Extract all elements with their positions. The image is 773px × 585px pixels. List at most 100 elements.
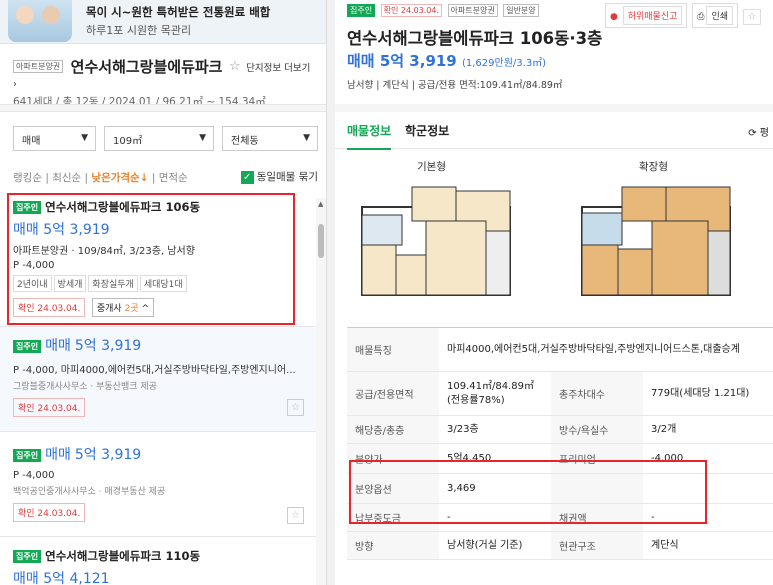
scroll-up-icon[interactable]: ▲ bbox=[318, 200, 323, 208]
list-item[interactable]: 집주인 연수서해그랑블에듀파크 110동 매매 5억 4,121 bbox=[0, 537, 316, 585]
sort-area[interactable]: 면적순 bbox=[159, 172, 188, 184]
ad-image bbox=[8, 0, 72, 42]
row-value: 계단식 bbox=[651, 539, 679, 551]
complex-name[interactable]: 연수서해그랑블에듀파크 bbox=[71, 58, 223, 76]
owner-badge: 집주인 bbox=[13, 340, 42, 353]
price-label: 매매 bbox=[45, 338, 71, 354]
floorplan-caption-basic: 기본형 bbox=[417, 161, 446, 173]
sort-latest[interactable]: 최신순 bbox=[52, 172, 81, 184]
detail-meta: 남서향 | 계단식 | 공급/전용 면적:109.41㎡/84.89㎡ bbox=[347, 80, 563, 91]
row-label: 현관구조 bbox=[551, 532, 643, 559]
floorplan-basic-image[interactable] bbox=[352, 185, 520, 301]
favorite-star-icon[interactable]: ☆ bbox=[742, 9, 761, 25]
trade-type-select[interactable]: 매매 ▼ bbox=[13, 126, 96, 151]
floorplans: 기본형 확장형 bbox=[347, 155, 757, 310]
listing-price: 5억 3,919 bbox=[74, 447, 142, 463]
owner-badge: 집주인 bbox=[13, 449, 42, 462]
confirmed-badge: 확인 24.03.04. bbox=[380, 3, 443, 17]
row-label: 매물특징 bbox=[347, 328, 439, 371]
panel-divider[interactable] bbox=[327, 0, 335, 585]
row-label: 방향 bbox=[347, 532, 439, 559]
listing-price: 5억 3,919 bbox=[74, 338, 142, 354]
detail-badges: 집주인 확인 24.03.04. 아파트분양권 일반분양 bbox=[347, 3, 541, 17]
group-duplicates-checkbox[interactable]: ✓ 동일매물 묶기 bbox=[240, 169, 318, 184]
table-row: 해당층/총층 3/23층 방수/욕실수 3/2개 bbox=[347, 416, 773, 444]
ad-banner[interactable]: 목이 시~원한 특허받은 전통원료 배합 하루1포 시원한 목관리 bbox=[0, 0, 326, 44]
listing-premium: P -4,000 bbox=[13, 470, 55, 481]
highlight-box bbox=[7, 193, 295, 325]
trade-type-value: 매매 bbox=[22, 136, 41, 147]
complex-type-badge: 아파트분양권 bbox=[13, 60, 64, 73]
price-label: 매매 bbox=[13, 571, 39, 585]
row-value: 109.41㎡/84.89㎡(전용률78%) bbox=[447, 380, 534, 406]
owner-badge: 집주인 bbox=[347, 3, 376, 17]
agent-info: 그랑블중개사사무소 · 부동산뱅크 제공 bbox=[13, 382, 157, 392]
row-value: 3/2개 bbox=[651, 423, 677, 435]
favorite-star-icon[interactable]: ☆ bbox=[229, 59, 241, 74]
sale-type-badge: 일반분양 bbox=[503, 3, 539, 17]
listing-title: 연수서해그랑블에듀파크 110동 bbox=[45, 549, 201, 563]
row-label: 공급/전용면적 bbox=[347, 372, 439, 415]
owner-badge: 집주인 bbox=[13, 550, 42, 563]
chevron-down-icon: ▼ bbox=[199, 133, 206, 143]
sort-ranking[interactable]: 랭킹순 bbox=[13, 172, 42, 184]
sort-bar: 랭킹순 | 최신순 | 낮은가격순↓ | 면적순 ✓ 동일매물 묶기 bbox=[13, 169, 318, 184]
ad-headline: 목이 시~원한 특허받은 전통원료 배합 bbox=[86, 5, 271, 19]
complex-header: 아파트분양권 연수서해그랑블에듀파크 ☆ 단지정보 더보기 › 641세대 / … bbox=[0, 56, 326, 109]
price-label: 매매 bbox=[347, 52, 375, 70]
row-value: 779대(세대당 1.21대) bbox=[651, 387, 750, 399]
listing-description: P -4,000, 마피4000,에어컨5대,거실주방바닥타일,주방엔지니어..… bbox=[13, 365, 296, 376]
type-badge: 아파트분양권 bbox=[447, 3, 498, 17]
row-label: 방수/욕실수 bbox=[551, 416, 643, 443]
highlight-box bbox=[349, 460, 707, 524]
dong-select[interactable]: 전체동 ▼ bbox=[222, 126, 318, 151]
list-item[interactable]: 집주인 매매 5억 3,919 P -4,000, 마피4000,에어컨5대,거… bbox=[0, 327, 316, 432]
report-button[interactable]: ● 허위매물신고 bbox=[605, 3, 688, 28]
row-value: 마피4000,에어컨5대,거실주방바닥타일,주방엔지니어드스톤,대출승계 bbox=[447, 343, 740, 355]
bookmark-icon[interactable]: ☆ bbox=[287, 399, 304, 416]
listing-info-table: 매물특징 마피4000,에어컨5대,거실주방바닥타일,주방엔지니어드스톤,대출승… bbox=[347, 327, 773, 560]
check-icon: ✓ bbox=[240, 171, 254, 184]
report-label: 허위매물신고 bbox=[622, 6, 683, 25]
print-button[interactable]: ⎙ 인쇄 bbox=[692, 3, 739, 28]
table-row: 매물특징 마피4000,에어컨5대,거실주방바닥타일,주방엔지니어드스톤,대출승… bbox=[347, 328, 773, 372]
row-value: 3/23층 bbox=[447, 423, 479, 435]
listing-price: 5억 4,121 bbox=[43, 571, 110, 585]
group-duplicates-label: 동일매물 묶기 bbox=[256, 171, 318, 183]
detail-tabs: 매물정보 학군정보 ⟳ 평 bbox=[335, 104, 773, 150]
table-row: 방향 남서향(거실 기준) 현관구조 계단식 bbox=[347, 532, 773, 560]
list-item[interactable]: 집주인 매매 5억 3,919 P -4,000 백억공인중개사사무소 · 매경… bbox=[0, 432, 316, 537]
dong-value: 전체동 bbox=[231, 136, 259, 147]
ad-subline: 하루1포 시원한 목관리 bbox=[86, 24, 192, 37]
price-per-area: (1,629만원/3.3㎡) bbox=[461, 58, 547, 69]
tab-school-info[interactable]: 학군정보 bbox=[405, 122, 449, 139]
tab-listing-info[interactable]: 매물정보 bbox=[347, 122, 392, 150]
detail-price: 매매 5억 3,919 (1,629만원/3.3㎡) bbox=[347, 50, 546, 71]
area-value: 109㎡ bbox=[113, 136, 143, 147]
row-label: 총주차대수 bbox=[551, 372, 643, 415]
detail-panel: 집주인 확인 24.03.04. 아파트분양권 일반분양 ● 허위매물신고 ⎙ 인… bbox=[335, 0, 773, 585]
table-row: 공급/전용면적 109.41㎡/84.89㎡(전용률78%) 총주차대수 779… bbox=[347, 372, 773, 416]
floorplan-caption-extended: 확장형 bbox=[639, 161, 668, 173]
divider bbox=[0, 104, 326, 112]
sort-low-price[interactable]: 낮은가격순↓ bbox=[91, 172, 148, 184]
confirmed-date: 확인 24.03.04. bbox=[13, 503, 86, 522]
price-value: 5억 3,919 bbox=[379, 52, 457, 70]
floorplan-extended-image[interactable] bbox=[572, 185, 740, 301]
detail-title: 연수서해그랑블에듀파크 106동·3층 bbox=[347, 29, 603, 48]
list-scrollbar[interactable]: ▲ bbox=[316, 198, 326, 585]
scrollbar-thumb[interactable] bbox=[318, 224, 324, 258]
bookmark-icon[interactable]: ☆ bbox=[287, 507, 304, 524]
row-label: 해당층/총층 bbox=[347, 416, 439, 443]
listing-panel: 목이 시~원한 특허받은 전통원료 배합 하루1포 시원한 목관리 아파트분양권… bbox=[0, 0, 327, 585]
print-label: 인쇄 bbox=[706, 6, 734, 25]
chevron-down-icon: ▼ bbox=[303, 133, 310, 143]
agent-info: 백억공인중개사사무소 · 매경부동산 제공 bbox=[13, 487, 166, 497]
row-value: 남서향(거실 기준) bbox=[447, 539, 523, 551]
refresh-button[interactable]: ⟳ 평 bbox=[748, 124, 769, 139]
chevron-down-icon: ▼ bbox=[81, 133, 88, 143]
detail-tools: ● 허위매물신고 ⎙ 인쇄 ☆ bbox=[603, 3, 761, 28]
confirmed-date: 확인 24.03.04. bbox=[13, 398, 86, 417]
price-label: 매매 bbox=[45, 447, 71, 463]
area-select[interactable]: 109㎡ ▼ bbox=[104, 126, 214, 151]
